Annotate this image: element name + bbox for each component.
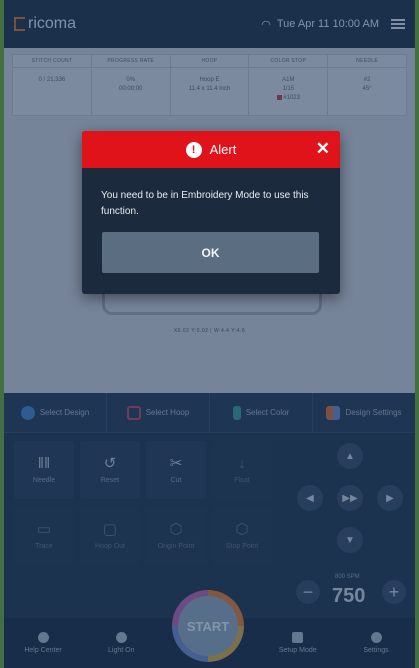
exclamation-icon: ! [185,141,202,158]
alert-title: Alert [209,142,237,157]
alert-message: You need to be in Embroidery Mode to use… [101,190,309,217]
close-icon[interactable]: ✕ [316,140,330,157]
alert-dialog: ! Alert ✕ You need to be in Embroidery M… [82,131,340,294]
modal-backdrop[interactable] [0,0,419,668]
alert-header: ! Alert ✕ [82,131,340,168]
ok-button[interactable]: OK [102,232,319,273]
